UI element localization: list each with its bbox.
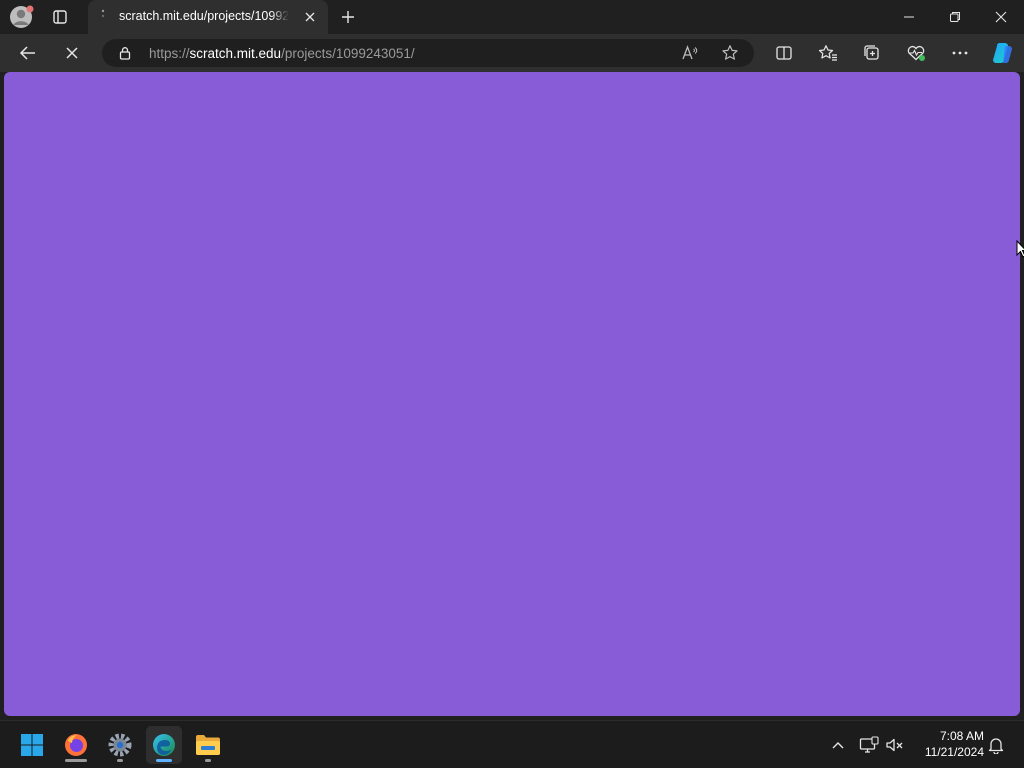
copilot-button[interactable] bbox=[988, 40, 1016, 66]
taskbar-firefox[interactable] bbox=[58, 726, 94, 764]
start-button[interactable] bbox=[14, 726, 50, 764]
restore-icon bbox=[950, 12, 960, 22]
tab-actions-icon bbox=[53, 10, 67, 24]
star-icon bbox=[722, 45, 738, 60]
split-screen-icon bbox=[776, 46, 792, 60]
profile-avatar[interactable] bbox=[9, 4, 35, 30]
address-url[interactable]: https://scratch.mit.edu/projects/1099243… bbox=[149, 46, 669, 62]
running-indicator bbox=[205, 759, 211, 762]
running-indicator bbox=[65, 759, 87, 762]
network-status-button[interactable] bbox=[858, 734, 880, 756]
minimize-button[interactable] bbox=[886, 0, 932, 34]
taskbar-file-explorer[interactable] bbox=[190, 726, 226, 764]
tab-actions-button[interactable] bbox=[47, 5, 73, 29]
chevron-up-icon bbox=[832, 742, 844, 749]
desktop: scratch.mit.edu/projects/1099243051/ bbox=[0, 0, 1024, 768]
start-icon bbox=[21, 734, 43, 756]
notifications-button[interactable] bbox=[985, 734, 1007, 756]
new-tab-button[interactable] bbox=[336, 5, 360, 29]
plus-icon bbox=[342, 11, 354, 23]
copilot-icon bbox=[993, 43, 1012, 63]
edge-icon bbox=[153, 734, 175, 756]
heart-pulse-icon bbox=[907, 46, 925, 61]
bell-icon bbox=[988, 738, 1004, 754]
url-scheme: https:// bbox=[149, 46, 190, 61]
stop-loading-button[interactable] bbox=[58, 40, 86, 66]
clock-date: 11/21/2024 bbox=[924, 745, 984, 759]
taskbar-settings[interactable] bbox=[102, 726, 138, 764]
more-dots-icon bbox=[952, 51, 968, 55]
volume-button[interactable] bbox=[884, 734, 906, 756]
close-icon bbox=[305, 12, 315, 22]
clock-time: 7:08 AM bbox=[939, 729, 984, 743]
favorite-star-button[interactable] bbox=[720, 44, 740, 62]
close-icon bbox=[995, 11, 1007, 23]
close-icon bbox=[66, 47, 78, 59]
tab-close-button[interactable] bbox=[302, 9, 318, 25]
restore-button[interactable] bbox=[932, 0, 978, 34]
address-bar[interactable]: https://scratch.mit.edu/projects/1099243… bbox=[102, 39, 754, 67]
taskbar-edge[interactable] bbox=[146, 726, 182, 764]
active-indicator bbox=[156, 759, 172, 762]
show-hidden-icons-button[interactable] bbox=[827, 734, 849, 756]
profile-icon bbox=[10, 5, 34, 28]
firefox-icon bbox=[65, 734, 87, 756]
tab-title: scratch.mit.edu/projects/1099243051/ bbox=[119, 9, 289, 25]
read-aloud-button[interactable] bbox=[680, 44, 700, 62]
url-path: /projects/1099243051/ bbox=[281, 46, 415, 61]
browser-tab-strip: scratch.mit.edu/projects/1099243051/ bbox=[0, 0, 1024, 34]
browser-essentials-button[interactable] bbox=[902, 40, 930, 66]
window-close-button[interactable] bbox=[978, 0, 1024, 34]
browser-toolbar: https://scratch.mit.edu/projects/1099243… bbox=[0, 34, 1024, 72]
loading-favicon-icon bbox=[101, 9, 105, 18]
collections-button[interactable] bbox=[858, 40, 886, 66]
settings-more-button[interactable] bbox=[946, 40, 974, 66]
lock-icon bbox=[119, 47, 131, 60]
volume-muted-icon bbox=[886, 738, 903, 752]
network-monitor-icon bbox=[859, 736, 879, 753]
windows-taskbar: 7:08 AM 11/21/2024 bbox=[0, 720, 1024, 768]
url-host: scratch.mit.edu bbox=[189, 46, 282, 61]
read-aloud-icon bbox=[682, 45, 698, 60]
collections-icon bbox=[864, 45, 879, 60]
arrow-left-icon bbox=[19, 46, 35, 60]
settings-icon bbox=[108, 733, 132, 757]
minimize-icon bbox=[904, 16, 914, 18]
file-explorer-icon bbox=[196, 735, 220, 755]
running-indicator bbox=[117, 759, 123, 762]
back-button[interactable] bbox=[14, 40, 42, 66]
browser-tab-active[interactable]: scratch.mit.edu/projects/1099243051/ bbox=[88, 0, 328, 34]
mouse-cursor-icon bbox=[1016, 240, 1024, 258]
favorites-button[interactable] bbox=[814, 40, 842, 66]
web-page-content[interactable] bbox=[4, 72, 1020, 716]
favorites-icon bbox=[818, 45, 837, 61]
split-screen-button[interactable] bbox=[770, 40, 798, 66]
system-clock[interactable]: 7:08 AM 11/21/2024 bbox=[912, 728, 984, 762]
